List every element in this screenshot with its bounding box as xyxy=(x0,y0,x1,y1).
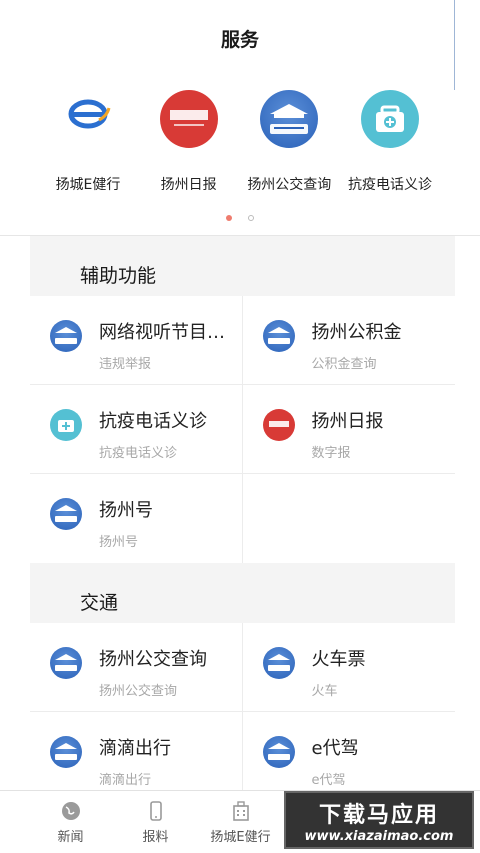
service-name: 扬州公积金 xyxy=(311,322,402,343)
tab-label: 扬城E健行 xyxy=(210,829,271,845)
yangzhou-release-logo-icon xyxy=(50,736,82,768)
divider xyxy=(0,225,480,236)
yangzhou-daily-logo-icon xyxy=(262,409,295,441)
scroll-edge xyxy=(454,0,455,90)
service-name: 扬州号 xyxy=(99,500,153,521)
section-header-auxiliary: 辅助功能 xyxy=(30,236,455,296)
watermark-title: 下载马应用 xyxy=(318,802,439,828)
service-item[interactable]: 滴滴出行 滴滴出行 xyxy=(30,712,243,801)
service-item[interactable]: 扬州日报 数字报 xyxy=(242,385,455,474)
globe-icon xyxy=(60,800,82,822)
service-item[interactable]: 扬州公交查询 扬州公交查询 xyxy=(30,623,243,712)
yangzhou-release-logo-icon xyxy=(50,498,82,530)
service-name: 抗疫电话义诊 xyxy=(99,411,207,432)
featured-label: 扬州公交查询 xyxy=(247,177,332,193)
site-watermark: 下载马应用 www.xiazaimao.com xyxy=(284,791,474,849)
tab-e-jianxing[interactable]: 扬城E健行 xyxy=(198,791,283,853)
phone-icon xyxy=(145,800,167,822)
page-indicator xyxy=(0,211,480,225)
featured-services: 扬城E健行 扬州日报 扬州公交查询 抗疫电话义诊 xyxy=(0,76,480,211)
tab-news[interactable]: 新闻 xyxy=(28,791,113,853)
service-subtitle: 公积金查询 xyxy=(311,357,377,372)
medical-kit-icon xyxy=(50,409,82,441)
section-header-traffic: 交通 xyxy=(30,563,455,623)
e-jianxing-logo-icon xyxy=(59,90,117,148)
featured-label: 抗疫电话义诊 xyxy=(347,177,432,193)
service-subtitle: 数字报 xyxy=(311,446,351,461)
service-subtitle: 抗疫电话义诊 xyxy=(99,446,178,461)
yangzhou-release-logo-icon xyxy=(262,736,295,768)
featured-label: 扬州日报 xyxy=(160,177,217,193)
service-subtitle: 火车 xyxy=(311,684,338,699)
section-title: 辅助功能 xyxy=(80,265,157,287)
service-item[interactable]: 网络视听节目… 违规举报 xyxy=(30,296,243,385)
empty-cell xyxy=(242,474,455,563)
watermark-url: www.xiazaimao.com xyxy=(304,828,454,844)
service-item[interactable]: 火车票 火车 xyxy=(242,623,455,712)
yangzhou-release-logo-icon xyxy=(262,320,295,352)
featured-label: 扬城E健行 xyxy=(55,177,121,193)
auxiliary-grid: 网络视听节目… 违规举报 扬州公积金 公积金查询 抗疫电话义诊 抗疫电话义诊 扬… xyxy=(30,296,455,563)
service-item[interactable]: 抗疫电话义诊 抗疫电话义诊 xyxy=(30,385,243,474)
service-subtitle: 扬州号 xyxy=(99,535,139,550)
service-name: 扬州公交查询 xyxy=(99,649,207,670)
service-name: 扬州日报 xyxy=(311,411,384,432)
yangzhou-release-logo-icon xyxy=(50,320,82,352)
yangzhou-daily-logo-icon xyxy=(159,90,218,148)
service-subtitle: 违规举报 xyxy=(99,357,152,372)
service-name: 网络视听节目… xyxy=(99,322,225,343)
service-subtitle: 滴滴出行 xyxy=(99,773,152,788)
service-subtitle: 扬州公交查询 xyxy=(99,684,178,699)
page-dot[interactable] xyxy=(248,215,254,221)
service-name: e代驾 xyxy=(311,738,359,759)
featured-yangzhou-daily[interactable]: 扬州日报 xyxy=(139,90,239,211)
featured-bus-query[interactable]: 扬州公交查询 xyxy=(239,90,339,211)
yangzhou-release-logo-icon xyxy=(262,647,295,679)
featured-e-jianxing[interactable]: 扬城E健行 xyxy=(38,90,138,211)
medical-kit-icon xyxy=(360,90,419,148)
yangzhou-release-logo-icon xyxy=(260,90,319,148)
service-name: 火车票 xyxy=(311,649,366,670)
tab-label: 新闻 xyxy=(57,829,84,845)
yangzhou-release-logo-icon xyxy=(50,647,82,679)
page-header: 服务 xyxy=(0,0,480,90)
service-item[interactable]: 扬州号 扬州号 xyxy=(30,474,243,563)
building-icon xyxy=(230,800,252,822)
page-title: 服务 xyxy=(220,28,259,51)
service-subtitle: e代驾 xyxy=(311,773,346,788)
section-title: 交通 xyxy=(80,592,119,614)
traffic-grid: 扬州公交查询 扬州公交查询 火车票 火车 滴滴出行 滴滴出行 e代驾 e代驾 xyxy=(30,623,455,801)
service-item[interactable]: e代驾 e代驾 xyxy=(242,712,455,801)
tab-report[interactable]: 报料 xyxy=(113,791,198,853)
service-item[interactable]: 扬州公积金 公积金查询 xyxy=(242,296,455,385)
tab-label: 报料 xyxy=(142,829,169,845)
page-dot-active[interactable] xyxy=(226,215,232,221)
featured-clinic[interactable]: 抗疫电话义诊 xyxy=(340,90,440,211)
service-name: 滴滴出行 xyxy=(99,738,171,759)
